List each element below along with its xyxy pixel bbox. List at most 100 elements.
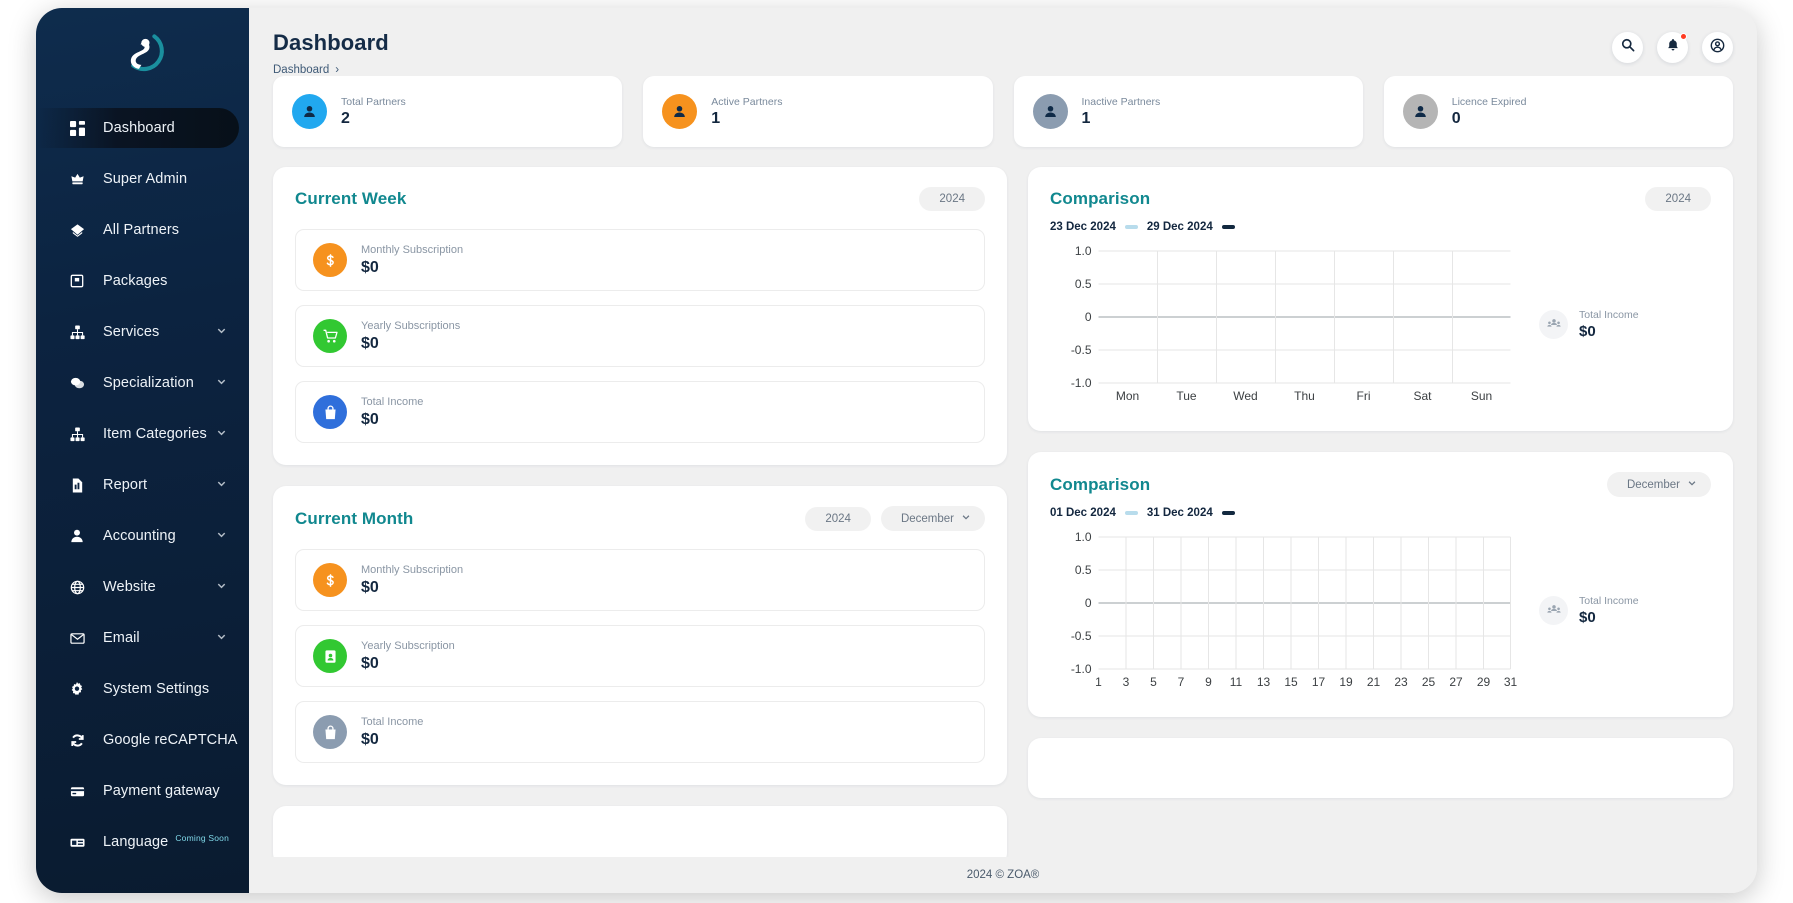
stat-value: 0	[1451, 109, 1461, 127]
comparison-legend: 23 Dec 2024 29 Dec 2024	[1050, 221, 1711, 233]
stat-card-active-partners[interactable]: Active Partners 1	[643, 76, 993, 147]
footer-text: 2024 © ZOA®	[966, 869, 1040, 881]
group-icon	[1539, 309, 1568, 339]
handshake-icon	[67, 223, 87, 238]
svg-text:19: 19	[1339, 675, 1353, 689]
panel-comparison-month: Comparison December 01 Dec 2024 31 Dec 2…	[1028, 452, 1733, 717]
refresh-icon	[67, 733, 87, 748]
breadcrumb: Dashboard ›	[273, 64, 389, 76]
svg-text:-1.0: -1.0	[1071, 376, 1092, 390]
sidebar-item-item-categories[interactable]: Item Categories	[36, 414, 249, 454]
svg-text:0: 0	[1085, 596, 1092, 610]
sidebar-item-email[interactable]: Email	[36, 618, 249, 658]
sitemap-icon	[67, 426, 87, 442]
stat-card-inactive-partners[interactable]: Inactive Partners 1	[1013, 76, 1363, 147]
chevron-down-icon	[216, 477, 227, 493]
panel-header: Comparison December	[1050, 472, 1711, 497]
chevron-down-icon	[216, 324, 227, 340]
right-column: Comparison 2024 23 Dec 2024 29 Dec 2024	[1028, 167, 1733, 857]
metric-row: Yearly Subscriptions $0	[295, 305, 985, 367]
metric-row: Total Income $0	[295, 701, 985, 763]
sidebar-item-language[interactable]: Language Coming Soon	[36, 822, 249, 862]
sidebar-item-report[interactable]: Report	[36, 465, 249, 505]
svg-text:1.0: 1.0	[1075, 244, 1092, 258]
stat-value: 1	[711, 109, 721, 127]
svg-text:Fri: Fri	[1357, 389, 1371, 403]
sidebar-item-accounting[interactable]: Accounting	[36, 516, 249, 556]
metric-row: Monthly Subscription $0	[295, 549, 985, 611]
notifications-button[interactable]	[1657, 32, 1688, 63]
breadcrumb-item[interactable]: Dashboard	[273, 64, 329, 76]
topbar: Dashboard Dashboard ›	[249, 8, 1757, 84]
sidebar: Dashboard Super Admin All Partners Packa…	[36, 8, 249, 893]
svg-text:Tue: Tue	[1176, 389, 1197, 403]
sidebar-item-packages[interactable]: Packages	[36, 261, 249, 301]
week-chart[interactable]: 1.0 0.5 0 -0.5 -1.0 Mon Tue Wed Thu Fri …	[1050, 239, 1521, 409]
comparison-side-summary: Total Income $0	[1521, 309, 1711, 340]
file-report-icon	[67, 477, 87, 493]
svg-text:Wed: Wed	[1233, 389, 1257, 403]
coming-soon-badge: Coming Soon	[175, 833, 230, 843]
legend-start-swatch	[1124, 511, 1138, 515]
stats-row: Total Partners 2 Active Partners 1 Inact…	[273, 76, 1733, 147]
sidebar-item-services[interactable]: Services	[36, 312, 249, 352]
account-icon	[1710, 38, 1725, 58]
metric-value: $0	[361, 654, 379, 672]
stat-value: 1	[1081, 109, 1091, 127]
zoa-logo-icon	[130, 34, 164, 72]
year-filter-pill[interactable]: 2024	[1645, 187, 1711, 211]
svg-text:Sun: Sun	[1471, 389, 1492, 403]
search-button[interactable]	[1612, 32, 1643, 63]
account-button[interactable]	[1702, 32, 1733, 63]
svg-text:0.5: 0.5	[1075, 277, 1092, 291]
box-icon	[67, 274, 87, 288]
breadcrumb-separator: ›	[335, 64, 340, 76]
svg-text:1.0: 1.0	[1075, 530, 1092, 544]
stat-label: Licence Expired	[1451, 95, 1527, 108]
sidebar-item-label: Payment gateway	[103, 783, 220, 799]
chevron-down-icon	[1687, 478, 1697, 491]
sidebar-item-label: Packages	[103, 273, 168, 289]
svg-text:13: 13	[1257, 675, 1271, 689]
chevron-down-icon	[216, 630, 227, 646]
metric-row: Yearly Subscription $0	[295, 625, 985, 687]
legend-start-swatch	[1124, 225, 1138, 229]
month-filter-dropdown[interactable]: December	[1606, 472, 1711, 497]
sidebar-item-super-admin[interactable]: Super Admin	[36, 159, 249, 199]
search-icon	[1621, 38, 1635, 57]
sidebar-item-specialization[interactable]: Specialization	[36, 363, 249, 403]
svg-text:-0.5: -0.5	[1071, 343, 1092, 357]
chevron-down-icon	[216, 579, 227, 595]
month-chart[interactable]: 1.0 0.5 0 -0.5 -1.0 1 3 5 7 9 11 13 15 1…	[1050, 525, 1521, 695]
footer: 2024 © ZOA®	[249, 857, 1757, 893]
logo-container[interactable]	[36, 8, 249, 94]
panel-title: Current Month	[295, 508, 414, 528]
svg-text:0: 0	[1085, 310, 1092, 324]
metric-label: Monthly Subscription	[361, 243, 464, 256]
legend-end-label: 31 Dec 2024	[1146, 507, 1213, 519]
sidebar-item-website[interactable]: Website	[36, 567, 249, 607]
sidebar-item-label: Services	[103, 324, 160, 340]
sidebar-item-label: Super Admin	[103, 171, 188, 187]
sidebar-item-all-partners[interactable]: All Partners	[36, 210, 249, 250]
svg-text:9: 9	[1205, 675, 1212, 689]
sidebar-item-system-settings[interactable]: System Settings	[36, 669, 249, 709]
notification-dot-badge	[1680, 33, 1687, 40]
legend-start-label: 01 Dec 2024	[1050, 507, 1116, 519]
svg-text:15: 15	[1284, 675, 1298, 689]
sidebar-item-dashboard[interactable]: Dashboard	[36, 108, 239, 148]
metric-label: Total Income	[361, 395, 424, 408]
sitemap-icon	[67, 324, 87, 340]
year-filter-pill[interactable]: 2024	[805, 506, 871, 531]
sidebar-item-label: Accounting	[103, 528, 176, 544]
sidebar-item-google-recaptcha[interactable]: Google reCAPTCHA	[36, 720, 249, 760]
sidebar-item-label: Google reCAPTCHA	[103, 732, 238, 748]
year-filter-pill[interactable]: 2024	[919, 187, 985, 211]
sidebar-item-payment-gateway[interactable]: Payment gateway	[36, 771, 249, 811]
metric-value: $0	[361, 334, 379, 352]
stat-card-licence-expired[interactable]: Licence Expired 0	[1383, 76, 1733, 147]
comparison-body: 1.0 0.5 0 -0.5 -1.0 1 3 5 7 9 11 13 15 1…	[1050, 525, 1711, 695]
month-filter-dropdown[interactable]: December	[880, 506, 985, 531]
stat-card-total-partners[interactable]: Total Partners 2	[273, 76, 623, 147]
envelope-icon	[67, 631, 87, 646]
